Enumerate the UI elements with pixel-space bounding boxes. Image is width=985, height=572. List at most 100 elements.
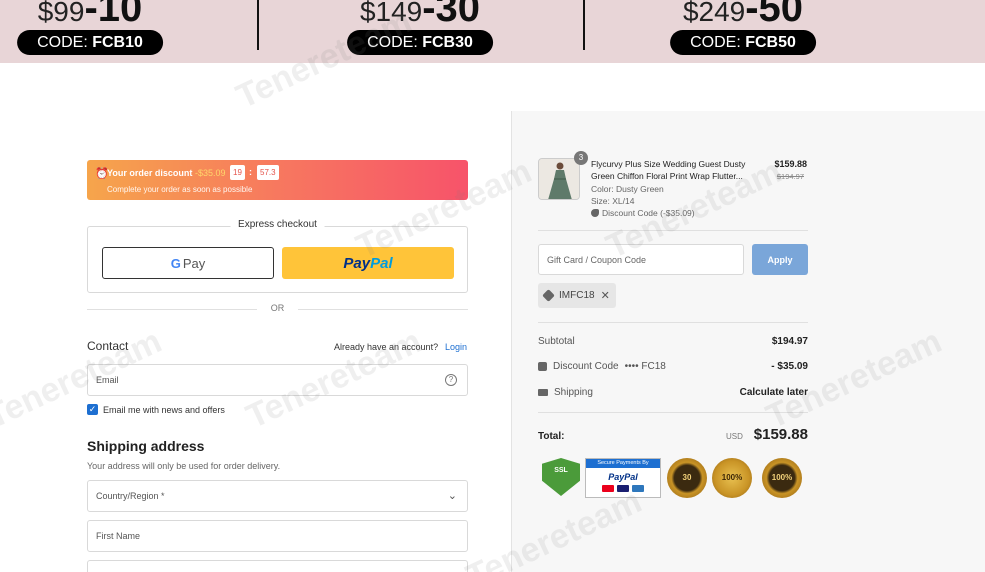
secure-payments-badge: Secure Payments By PayPal — [585, 458, 661, 498]
google-pay-button[interactable]: G Pay — [102, 247, 274, 279]
question-mark-icon[interactable]: ? — [445, 374, 457, 386]
country-select[interactable]: Country/Region * ⌄ — [87, 480, 468, 512]
gift-card-input[interactable]: Gift Card / Coupon Code — [538, 244, 744, 275]
promo-price: $249-50 — [643, 0, 843, 31]
first-name-field[interactable]: First Name — [87, 520, 468, 552]
visa-icon — [617, 485, 629, 492]
product-discount-row: Discount Code (-$35.09) — [591, 208, 695, 218]
promo-threshold: $149 — [359, 0, 423, 27]
or-text: OR — [270, 303, 285, 313]
google-g-icon: G — [170, 255, 181, 271]
ssl-secure-badge: SSL — [542, 458, 580, 496]
timer-title: Your order discount — [107, 168, 193, 178]
express-checkout-title: Express checkout — [230, 219, 325, 230]
mastercard-icon — [602, 485, 614, 492]
promo-code-pill[interactable]: CODE: FCB30 — [347, 30, 493, 55]
email-field[interactable]: Email ? — [87, 364, 468, 396]
discount-code-masked: •••• FC18 — [624, 361, 666, 372]
newsletter-label[interactable]: Email me with news and offers — [103, 405, 225, 415]
timer-subtitle: Complete your order as soon as possible — [107, 185, 253, 194]
google-pay-label: Pay — [182, 255, 206, 271]
promo-code-pill[interactable]: CODE: FCB50 — [670, 30, 816, 55]
money-back-guarantee-badge: 30 — [667, 458, 707, 498]
discount-label: Discount Code — [553, 361, 619, 372]
divider — [538, 230, 808, 231]
tag-icon — [538, 362, 547, 371]
quantity-badge: 3 — [574, 151, 588, 165]
amex-icon — [632, 485, 644, 492]
promo-price: $149-30 — [320, 0, 520, 31]
tag-icon — [591, 209, 599, 217]
timer-separator: : — [249, 167, 252, 177]
product-old-price: $194.97 — [776, 172, 804, 181]
dress-image — [539, 159, 579, 199]
product-color: Color: Dusty Green — [591, 184, 664, 194]
tag-icon — [542, 289, 555, 302]
divider — [538, 412, 808, 413]
applied-coupon-chip: IMFC18 ✕ — [538, 283, 616, 308]
order-discount-timer: ⏰ Your order discount -$35.09 19 : 57.3 … — [87, 160, 468, 200]
paypal-logo-part1: Pay — [343, 254, 371, 272]
satisfaction-guarantee-badge: 100% — [762, 458, 802, 498]
close-icon[interactable]: ✕ — [601, 289, 610, 302]
login-link[interactable]: Login — [445, 342, 467, 352]
or-divider: OR — [87, 303, 468, 315]
shipping-value: Calculate later — [739, 387, 808, 398]
shipping-row-label: Shipping — [538, 387, 593, 398]
paypal-button[interactable]: Pay Pal — [282, 247, 454, 279]
promo-divider — [583, 0, 585, 50]
timer-discount-amount: -$35.09 — [195, 168, 226, 178]
divider-line — [87, 309, 257, 310]
express-checkout: Express checkout G Pay Pay Pal — [87, 219, 468, 293]
promo-divider — [257, 0, 259, 50]
apply-button[interactable]: Apply — [752, 244, 808, 275]
email-placeholder: Email — [96, 375, 119, 385]
promo-code-label: CODE: — [37, 34, 88, 51]
promo-discount: -50 — [745, 0, 804, 30]
promo-code: FCB10 — [92, 34, 143, 51]
country-placeholder: Country/Region * — [96, 491, 165, 501]
account-prompt: Already have an account? — [334, 342, 439, 352]
total-currency: USD — [726, 432, 743, 441]
product-discount-code: Discount Code (-$35.09) — [602, 208, 695, 218]
paypal-logo-part2: Pal — [370, 254, 393, 272]
promo-price: $99-10 — [0, 0, 190, 31]
product-price: $159.88 — [774, 159, 807, 169]
subtotal-label: Subtotal — [538, 336, 575, 347]
promo-threshold: $249 — [682, 0, 746, 27]
best-price-guarantee-badge: 100% — [712, 458, 752, 498]
card-logos — [586, 485, 660, 492]
next-field[interactable] — [87, 560, 468, 572]
total-label: Total: — [538, 431, 565, 442]
promo-code-label: CODE: — [367, 34, 418, 51]
timer-seconds: 57.3 — [257, 165, 279, 180]
first-name-placeholder: First Name — [96, 531, 141, 541]
trust-badges: SSL Secure Payments By PayPal 30 100% 10… — [540, 458, 810, 502]
promo-discount: -30 — [422, 0, 481, 30]
contact-heading: Contact — [87, 339, 129, 353]
divider-line — [298, 309, 468, 310]
shipping-subtitle: Your address will only be used for order… — [87, 461, 281, 471]
secure-payments-header: Secure Payments By — [586, 459, 660, 468]
newsletter-checkbox[interactable]: ✓ — [87, 404, 98, 415]
promo-code-label: CODE: — [690, 34, 741, 51]
discount-value: - $35.09 — [771, 361, 808, 372]
shipping-label: Shipping — [554, 387, 593, 398]
divider — [538, 322, 808, 323]
paypal-logo: PayPal — [608, 472, 638, 482]
shipping-heading: Shipping address — [87, 438, 205, 454]
ssl-label: SSL — [554, 467, 568, 474]
promo-code-pill[interactable]: CODE: FCB10 — [17, 30, 163, 55]
promo-discount: -10 — [84, 0, 143, 30]
promo-banner: $99-10 CODE: FCB10 $149-30 CODE: FCB30 $… — [0, 0, 985, 63]
total-value: $159.88 — [753, 426, 808, 443]
truck-icon — [538, 389, 548, 396]
promo-code: FCB50 — [745, 34, 796, 51]
product-thumbnail — [538, 158, 580, 200]
gift-card-placeholder: Gift Card / Coupon Code — [547, 255, 647, 265]
subtotal-value: $194.97 — [771, 336, 808, 347]
promo-threshold: $99 — [37, 0, 85, 27]
product-name: Flycurvy Plus Size Wedding Guest Dusty G… — [591, 159, 746, 181]
applied-coupon-code: IMFC18 — [559, 290, 595, 301]
product-size: Size: XL/14 — [591, 196, 635, 206]
